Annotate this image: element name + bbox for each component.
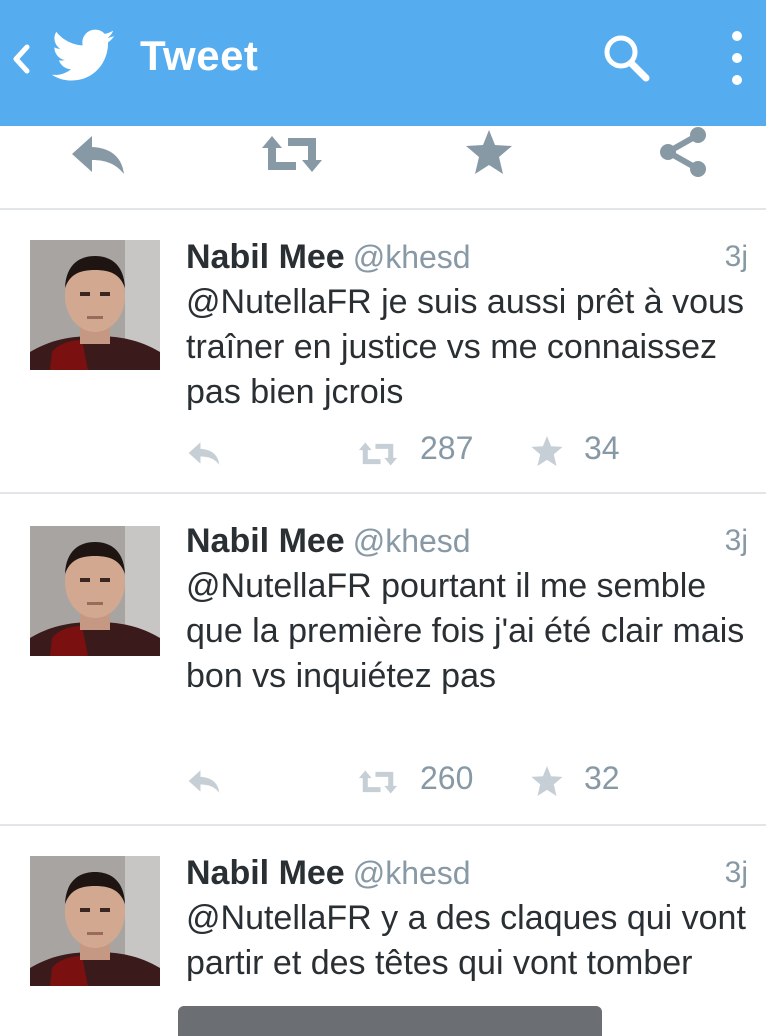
app-bar: Tweet bbox=[0, 0, 766, 126]
avatar[interactable] bbox=[30, 526, 160, 656]
tweet-text: @NutellaFR pourtant il me semble que la … bbox=[186, 567, 745, 695]
author-handle[interactable]: @khesd bbox=[353, 855, 471, 891]
favorite-icon[interactable] bbox=[464, 128, 514, 181]
favorite-count: 34 bbox=[584, 430, 620, 466]
author-handle[interactable]: @khesd bbox=[353, 239, 471, 275]
author-name[interactable]: Nabil Mee bbox=[186, 854, 345, 892]
reply-icon[interactable] bbox=[68, 132, 128, 181]
avatar[interactable] bbox=[30, 240, 160, 370]
favorite-icon[interactable] bbox=[530, 764, 564, 803]
back-chevron-icon[interactable] bbox=[10, 42, 32, 81]
retweet-icon[interactable] bbox=[258, 132, 326, 181]
tweet-timestamp: 3j bbox=[724, 856, 748, 889]
tweet-header: Nabil Mee @khesd bbox=[186, 522, 471, 561]
retweet-icon[interactable] bbox=[356, 440, 400, 473]
avatar[interactable] bbox=[30, 856, 160, 986]
author-handle[interactable]: @khesd bbox=[353, 523, 471, 559]
page-title: Tweet bbox=[140, 32, 259, 79]
reply-icon[interactable] bbox=[186, 440, 222, 471]
tweet-action-bar bbox=[0, 126, 766, 210]
toast-overlay bbox=[178, 1006, 602, 1036]
search-icon[interactable] bbox=[598, 30, 654, 91]
overflow-menu-icon[interactable] bbox=[722, 28, 752, 93]
tweet-item[interactable]: Nabil Mee @khesd 3j @NutellaFR je suis au… bbox=[0, 210, 766, 494]
retweet-count: 287 bbox=[420, 430, 474, 466]
share-icon[interactable] bbox=[656, 126, 710, 183]
author-name[interactable]: Nabil Mee bbox=[186, 522, 345, 560]
tweet-header: Nabil Mee @khesd bbox=[186, 854, 471, 893]
tweet-item[interactable]: Nabil Mee @khesd 3j @NutellaFR pourtant i… bbox=[0, 494, 766, 826]
twitter-bird-icon[interactable] bbox=[51, 28, 116, 89]
tweet-item[interactable]: Nabil Mee @khesd 3j @NutellaFR y a des cl… bbox=[0, 826, 766, 1024]
tweet-timestamp: 3j bbox=[724, 524, 748, 557]
reply-icon[interactable] bbox=[186, 768, 222, 799]
tweet-timestamp: 3j bbox=[724, 240, 748, 273]
tweet-text: @NutellaFR y a des claques qui vont part… bbox=[186, 899, 746, 982]
author-name[interactable]: Nabil Mee bbox=[186, 238, 345, 276]
retweet-count: 260 bbox=[420, 760, 474, 796]
retweet-icon[interactable] bbox=[356, 768, 400, 801]
tweet-header: Nabil Mee @khesd bbox=[186, 238, 471, 277]
favorite-icon[interactable] bbox=[530, 434, 564, 473]
tweet-text: @NutellaFR je suis aussi prêt à vous tra… bbox=[186, 283, 744, 411]
favorite-count: 32 bbox=[584, 760, 620, 796]
